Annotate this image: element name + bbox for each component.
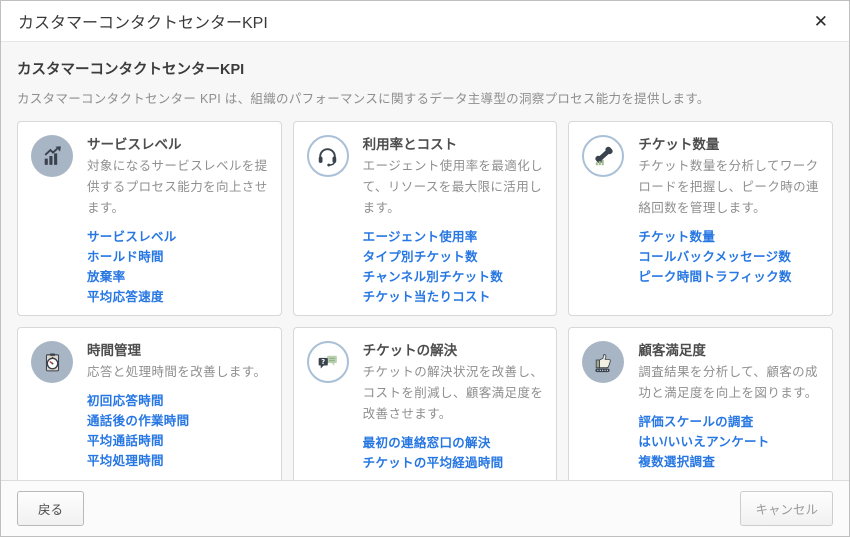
card-content: チケット数量 チケット数量を分析してワークロードを把握し、ピーク時の連絡回数を管…: [638, 130, 819, 287]
kpi-card: 顧客満足度 調査結果を分析して、顧客の成功と満足度を向上を図ります。 評価スケー…: [568, 327, 833, 480]
kpi-card: チケット数量 チケット数量を分析してワークロードを把握し、ピーク時の連絡回数を管…: [568, 121, 833, 316]
phone-icon: [582, 135, 624, 177]
card-description: 応答と処理時間を改善します。: [87, 362, 268, 383]
card-links: 初回応答時間通話後の作業時間平均通話時間平均処理時間: [87, 391, 268, 471]
kpi-card: 利用率とコスト エージェント使用率を最適化して、リソースを最大限に活用します。 …: [293, 121, 558, 316]
card-description: 対象になるサービスレベルを提供するプロセス能力を向上させます。: [87, 156, 268, 219]
chat-question-icon: ?: [307, 341, 349, 383]
dialog-header: カスタマーコンタクトセンターKPI ✕: [1, 1, 849, 42]
kpi-link[interactable]: 通話後の作業時間: [87, 411, 268, 431]
kpi-link[interactable]: タイプ別チケット数: [363, 247, 544, 267]
kpi-link[interactable]: はい/いいえアンケート: [638, 432, 819, 452]
kpi-link[interactable]: 複数選択調査: [638, 452, 819, 472]
card-title: チケットの解決: [363, 339, 544, 359]
kpi-link[interactable]: ホールド時間: [87, 247, 268, 267]
card-title: サービスレベル: [87, 133, 268, 153]
kpi-link[interactable]: 最初の連絡窓口の解決: [363, 433, 544, 453]
kpi-link[interactable]: 評価スケールの調査: [638, 412, 819, 432]
card-title: 利用率とコスト: [363, 133, 544, 153]
kpi-link[interactable]: 平均通話時間: [87, 431, 268, 451]
card-content: チケットの解決 チケットの解決状況を改善し、コストを削減し、顧客満足度を改善させ…: [363, 336, 544, 473]
thumbs-up-icon: [582, 341, 624, 383]
card-description: チケットの解決状況を改善し、コストを削減し、顧客満足度を改善させます。: [363, 362, 544, 425]
kpi-link[interactable]: サービスレベル: [87, 227, 268, 247]
card-content: 時間管理 応答と処理時間を改善します。 初回応答時間通話後の作業時間平均通話時間…: [87, 336, 268, 471]
card-description: エージェント使用率を最適化して、リソースを最大限に活用します。: [363, 156, 544, 219]
stopwatch-icon: [31, 341, 73, 383]
headset-icon: [307, 135, 349, 177]
close-icon[interactable]: ✕: [810, 11, 832, 32]
kpi-link[interactable]: 放棄率: [87, 267, 268, 287]
kpi-card: サービスレベル 対象になるサービスレベルを提供するプロセス能力を向上させます。 …: [17, 121, 282, 316]
kpi-link[interactable]: エージェント使用率: [363, 227, 544, 247]
card-title: 顧客満足度: [638, 339, 819, 359]
card-links: 最初の連絡窓口の解決チケットの平均経過時間: [363, 433, 544, 473]
kpi-link[interactable]: チャンネル別チケット数: [363, 267, 544, 287]
kpi-link[interactable]: ピーク時間トラフィック数: [638, 267, 819, 287]
kpi-dialog: カスタマーコンタクトセンターKPI ✕ カスタマーコンタクトセンターKPI カス…: [0, 0, 850, 537]
card-description: 調査結果を分析して、顧客の成功と満足度を向上を図ります。: [638, 362, 819, 404]
card-title: 時間管理: [87, 339, 268, 359]
dialog-title: カスタマーコンタクトセンターKPI: [18, 9, 268, 33]
svg-text:?: ?: [321, 357, 325, 365]
card-description: チケット数量を分析してワークロードを把握し、ピーク時の連絡回数を管理します。: [638, 156, 819, 219]
kpi-link[interactable]: チケット数量: [638, 227, 819, 247]
kpi-link[interactable]: コールバックメッセージ数: [638, 247, 819, 267]
kpi-card: 時間管理 応答と処理時間を改善します。 初回応答時間通話後の作業時間平均通話時間…: [17, 327, 282, 480]
kpi-link[interactable]: チケットの平均経過時間: [363, 453, 544, 473]
kpi-link[interactable]: 平均応答速度: [87, 287, 268, 307]
back-button[interactable]: 戻る: [17, 491, 84, 526]
dialog-footer: 戻る キャンセル: [1, 480, 849, 536]
kpi-link[interactable]: チケット当たりコスト: [363, 287, 544, 307]
card-content: サービスレベル 対象になるサービスレベルを提供するプロセス能力を向上させます。 …: [87, 130, 268, 307]
card-links: エージェント使用率タイプ別チケット数チャンネル別チケット数チケット当たりコスト: [363, 227, 544, 307]
dialog-body: カスタマーコンタクトセンターKPI カスタマーコンタクトセンター KPI は、組…: [1, 42, 849, 480]
card-links: チケット数量コールバックメッセージ数ピーク時間トラフィック数: [638, 227, 819, 287]
kpi-card: ? チケットの解決 チケットの解決状況を改善し、コストを削減し、顧客満足度を改善…: [293, 327, 558, 480]
card-content: 利用率とコスト エージェント使用率を最適化して、リソースを最大限に活用します。 …: [363, 130, 544, 307]
card-content: 顧客満足度 調査結果を分析して、顧客の成功と満足度を向上を図ります。 評価スケー…: [638, 336, 819, 472]
kpi-link[interactable]: 平均処理時間: [87, 451, 268, 471]
card-links: 評価スケールの調査はい/いいえアンケート複数選択調査: [638, 412, 819, 472]
cancel-button[interactable]: キャンセル: [740, 491, 833, 526]
card-links: サービスレベルホールド時間放棄率平均応答速度: [87, 227, 268, 307]
kpi-card-grid: サービスレベル 対象になるサービスレベルを提供するプロセス能力を向上させます。 …: [17, 121, 833, 480]
card-title: チケット数量: [638, 133, 819, 153]
intro-description: カスタマーコンタクトセンター KPI は、組織のパフォーマンスに関するデータ主導…: [17, 88, 833, 107]
kpi-link[interactable]: 初回応答時間: [87, 391, 268, 411]
intro-heading: カスタマーコンタクトセンターKPI: [17, 58, 833, 79]
bar-chart-trend-icon: [31, 135, 73, 177]
